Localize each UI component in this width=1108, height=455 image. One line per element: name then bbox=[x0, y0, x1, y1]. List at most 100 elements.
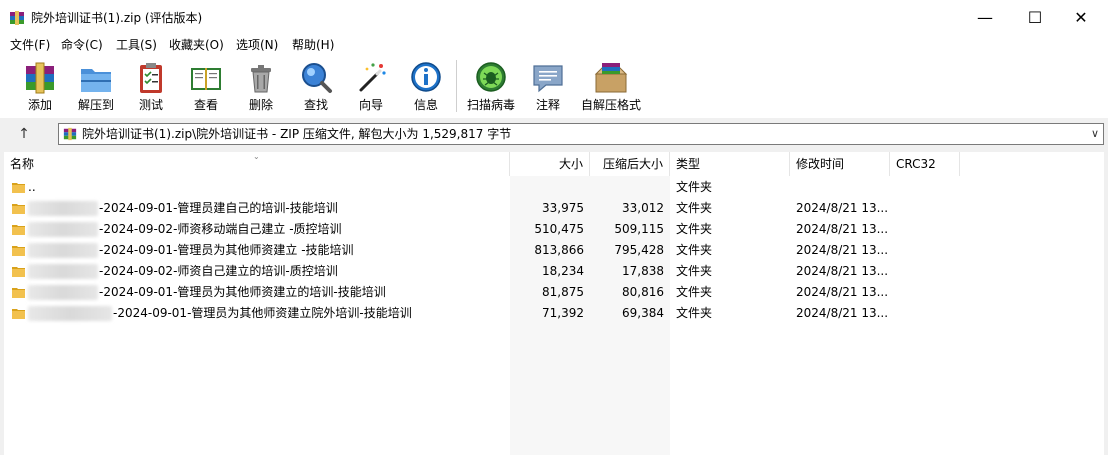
close-button[interactable]: ✕ bbox=[1058, 0, 1104, 36]
extract-folder-icon bbox=[81, 69, 111, 92]
row-packed: 80,816 bbox=[622, 285, 664, 299]
minimize-button[interactable]: — bbox=[962, 0, 1008, 36]
row-type: 文件夹 bbox=[676, 285, 713, 299]
view-button[interactable]: 查看 bbox=[176, 58, 236, 116]
winrar-app-icon bbox=[10, 11, 24, 25]
row-type: 文件夹 bbox=[676, 201, 713, 215]
row-modified: 2024/8/21 13... bbox=[796, 222, 889, 236]
redacted-name-prefix bbox=[28, 306, 112, 321]
toolbar: 添加 解压到 测试 查看 删除 查找 向导 信息 扫描病毒 注释 自解压格式 bbox=[0, 54, 1108, 118]
info-label: 信息 bbox=[413, 98, 438, 112]
info-icon bbox=[411, 62, 441, 92]
row-packed: 17,838 bbox=[622, 264, 664, 278]
column-modified[interactable]: 修改时间 bbox=[790, 152, 890, 176]
archive-path-icon bbox=[63, 127, 77, 141]
column-name-label: 名称 bbox=[10, 157, 35, 171]
comment-icon bbox=[533, 65, 563, 93]
row-size: 33,975 bbox=[542, 201, 584, 215]
menu-file[interactable]: 文件(F) bbox=[10, 37, 50, 53]
menu-bar: 文件(F) 命令(C) 工具(S) 收藏夹(O) 选项(N) 帮助(H) bbox=[0, 36, 1108, 54]
redacted-name-prefix bbox=[28, 285, 98, 300]
row-modified: 2024/8/21 13... bbox=[796, 285, 889, 299]
menu-command[interactable]: 命令(C) bbox=[61, 37, 103, 53]
sfx-button[interactable]: 自解压格式 bbox=[581, 58, 641, 116]
virus-scan-icon bbox=[476, 62, 506, 92]
folder-icon bbox=[12, 225, 25, 235]
test-clipboard-icon bbox=[140, 63, 162, 93]
test-label: 测试 bbox=[138, 98, 163, 112]
folder-icon bbox=[12, 204, 25, 214]
column-type[interactable]: 类型 bbox=[670, 152, 790, 176]
row-packed: 509,115 bbox=[614, 222, 664, 236]
column-packed[interactable]: 压缩后大小 bbox=[590, 152, 670, 176]
redacted-name-prefix bbox=[28, 222, 98, 237]
row-modified: 2024/8/21 13... bbox=[796, 264, 889, 278]
menu-options[interactable]: 选项(N) bbox=[236, 37, 278, 53]
table-row[interactable]: -2024-09-01-管理员为其他师资建立的培训-技能培训 81,875 80… bbox=[4, 282, 888, 303]
delete-label: 删除 bbox=[248, 98, 273, 112]
window-title: 院外培训证书(1).zip (评估版本) bbox=[31, 11, 203, 25]
row-name: -2024-09-01-管理员为其他师资建立院外培训-技能培训 bbox=[113, 306, 412, 320]
row-modified: 2024/8/21 13... bbox=[796, 243, 889, 257]
table-row[interactable]: -2024-09-02-师资自己建立的培训-质控培训 18,234 17,838… bbox=[4, 261, 888, 282]
maximize-button[interactable]: ☐ bbox=[1012, 0, 1058, 36]
find-label: 查找 bbox=[303, 98, 328, 112]
row-name: -2024-09-01-管理员建自己的培训-技能培训 bbox=[99, 201, 338, 215]
comment-label: 注释 bbox=[535, 98, 560, 112]
up-folder-button[interactable]: ↑ bbox=[14, 125, 34, 143]
folder-icon bbox=[12, 267, 25, 277]
row-modified: 2024/8/21 13... bbox=[796, 306, 889, 320]
wizard-button[interactable]: 向导 bbox=[341, 58, 401, 116]
table-row[interactable]: -2024-09-01-管理员为其他师资建立 -技能培训 813,866 795… bbox=[4, 240, 888, 261]
virus-scan-button[interactable]: 扫描病毒 bbox=[461, 58, 521, 116]
row-packed: 795,428 bbox=[614, 243, 664, 257]
row-packed: 69,384 bbox=[622, 306, 664, 320]
table-row[interactable]: .. 文件夹 bbox=[4, 177, 884, 198]
file-list: 名称 ⌄ 大小 压缩后大小 类型 修改时间 CRC32 .. 文件夹 -2024… bbox=[4, 152, 1104, 455]
row-size: 71,392 bbox=[542, 306, 584, 320]
test-button[interactable]: 测试 bbox=[121, 58, 181, 116]
path-combobox[interactable]: 院外培训证书(1).zip\院外培训证书 - ZIP 压缩文件, 解包大小为 1… bbox=[58, 123, 1104, 145]
redacted-name-prefix bbox=[28, 264, 98, 279]
extract-to-button[interactable]: 解压到 bbox=[66, 58, 126, 116]
column-crc[interactable]: CRC32 bbox=[890, 152, 960, 176]
add-archive-icon bbox=[26, 62, 54, 94]
delete-button[interactable]: 删除 bbox=[231, 58, 291, 116]
address-bar: ↑ 院外培训证书(1).zip\院外培训证书 - ZIP 压缩文件, 解包大小为… bbox=[0, 118, 1108, 150]
wizard-label: 向导 bbox=[358, 98, 383, 112]
info-button[interactable]: 信息 bbox=[396, 58, 456, 116]
table-row[interactable]: -2024-09-01-管理员为其他师资建立院外培训-技能培训 71,392 6… bbox=[4, 303, 888, 324]
folder-icon bbox=[12, 288, 25, 298]
archive-path: 院外培训证书(1).zip\院外培训证书 - ZIP 压缩文件, 解包大小为 1… bbox=[82, 127, 512, 141]
row-size: 813,866 bbox=[534, 243, 584, 257]
virus-scan-label: 扫描病毒 bbox=[466, 98, 515, 112]
table-row[interactable]: -2024-09-01-管理员建自己的培训-技能培训 33,975 33,012… bbox=[4, 198, 888, 219]
wizard-wand-icon bbox=[359, 63, 386, 92]
row-name: -2024-09-01-管理员为其他师资建立 -技能培训 bbox=[99, 243, 354, 257]
path-dropdown-icon[interactable]: ∨ bbox=[1091, 126, 1099, 142]
table-row[interactable]: -2024-09-02-师资移动端自己建立 -质控培训 510,475 509,… bbox=[4, 219, 888, 240]
folder-icon bbox=[12, 309, 25, 319]
menu-favorites[interactable]: 收藏夹(O) bbox=[169, 37, 224, 53]
sfx-label: 自解压格式 bbox=[580, 98, 641, 112]
folder-icon bbox=[12, 183, 25, 193]
find-button[interactable]: 查找 bbox=[286, 58, 346, 116]
row-name: -2024-09-02-师资自己建立的培训-质控培训 bbox=[99, 264, 338, 278]
row-type: 文件夹 bbox=[676, 264, 713, 278]
row-type: 文件夹 bbox=[676, 222, 713, 236]
row-size: 510,475 bbox=[534, 222, 584, 236]
row-name: .. bbox=[28, 180, 36, 194]
add-button[interactable]: 添加 bbox=[10, 58, 70, 116]
trash-icon bbox=[251, 65, 271, 93]
comment-button[interactable]: 注释 bbox=[518, 58, 578, 116]
redacted-name-prefix bbox=[28, 201, 98, 216]
menu-help[interactable]: 帮助(H) bbox=[292, 37, 334, 53]
row-size: 18,234 bbox=[542, 264, 584, 278]
view-book-icon bbox=[191, 68, 221, 90]
column-size[interactable]: 大小 bbox=[510, 152, 590, 176]
row-packed: 33,012 bbox=[622, 201, 664, 215]
title-bar: 院外培训证书(1).zip (评估版本) — ☐ ✕ bbox=[0, 0, 1108, 36]
row-type: 文件夹 bbox=[676, 180, 713, 194]
menu-tools[interactable]: 工具(S) bbox=[116, 37, 157, 53]
column-name[interactable]: 名称 ⌄ bbox=[4, 152, 510, 176]
